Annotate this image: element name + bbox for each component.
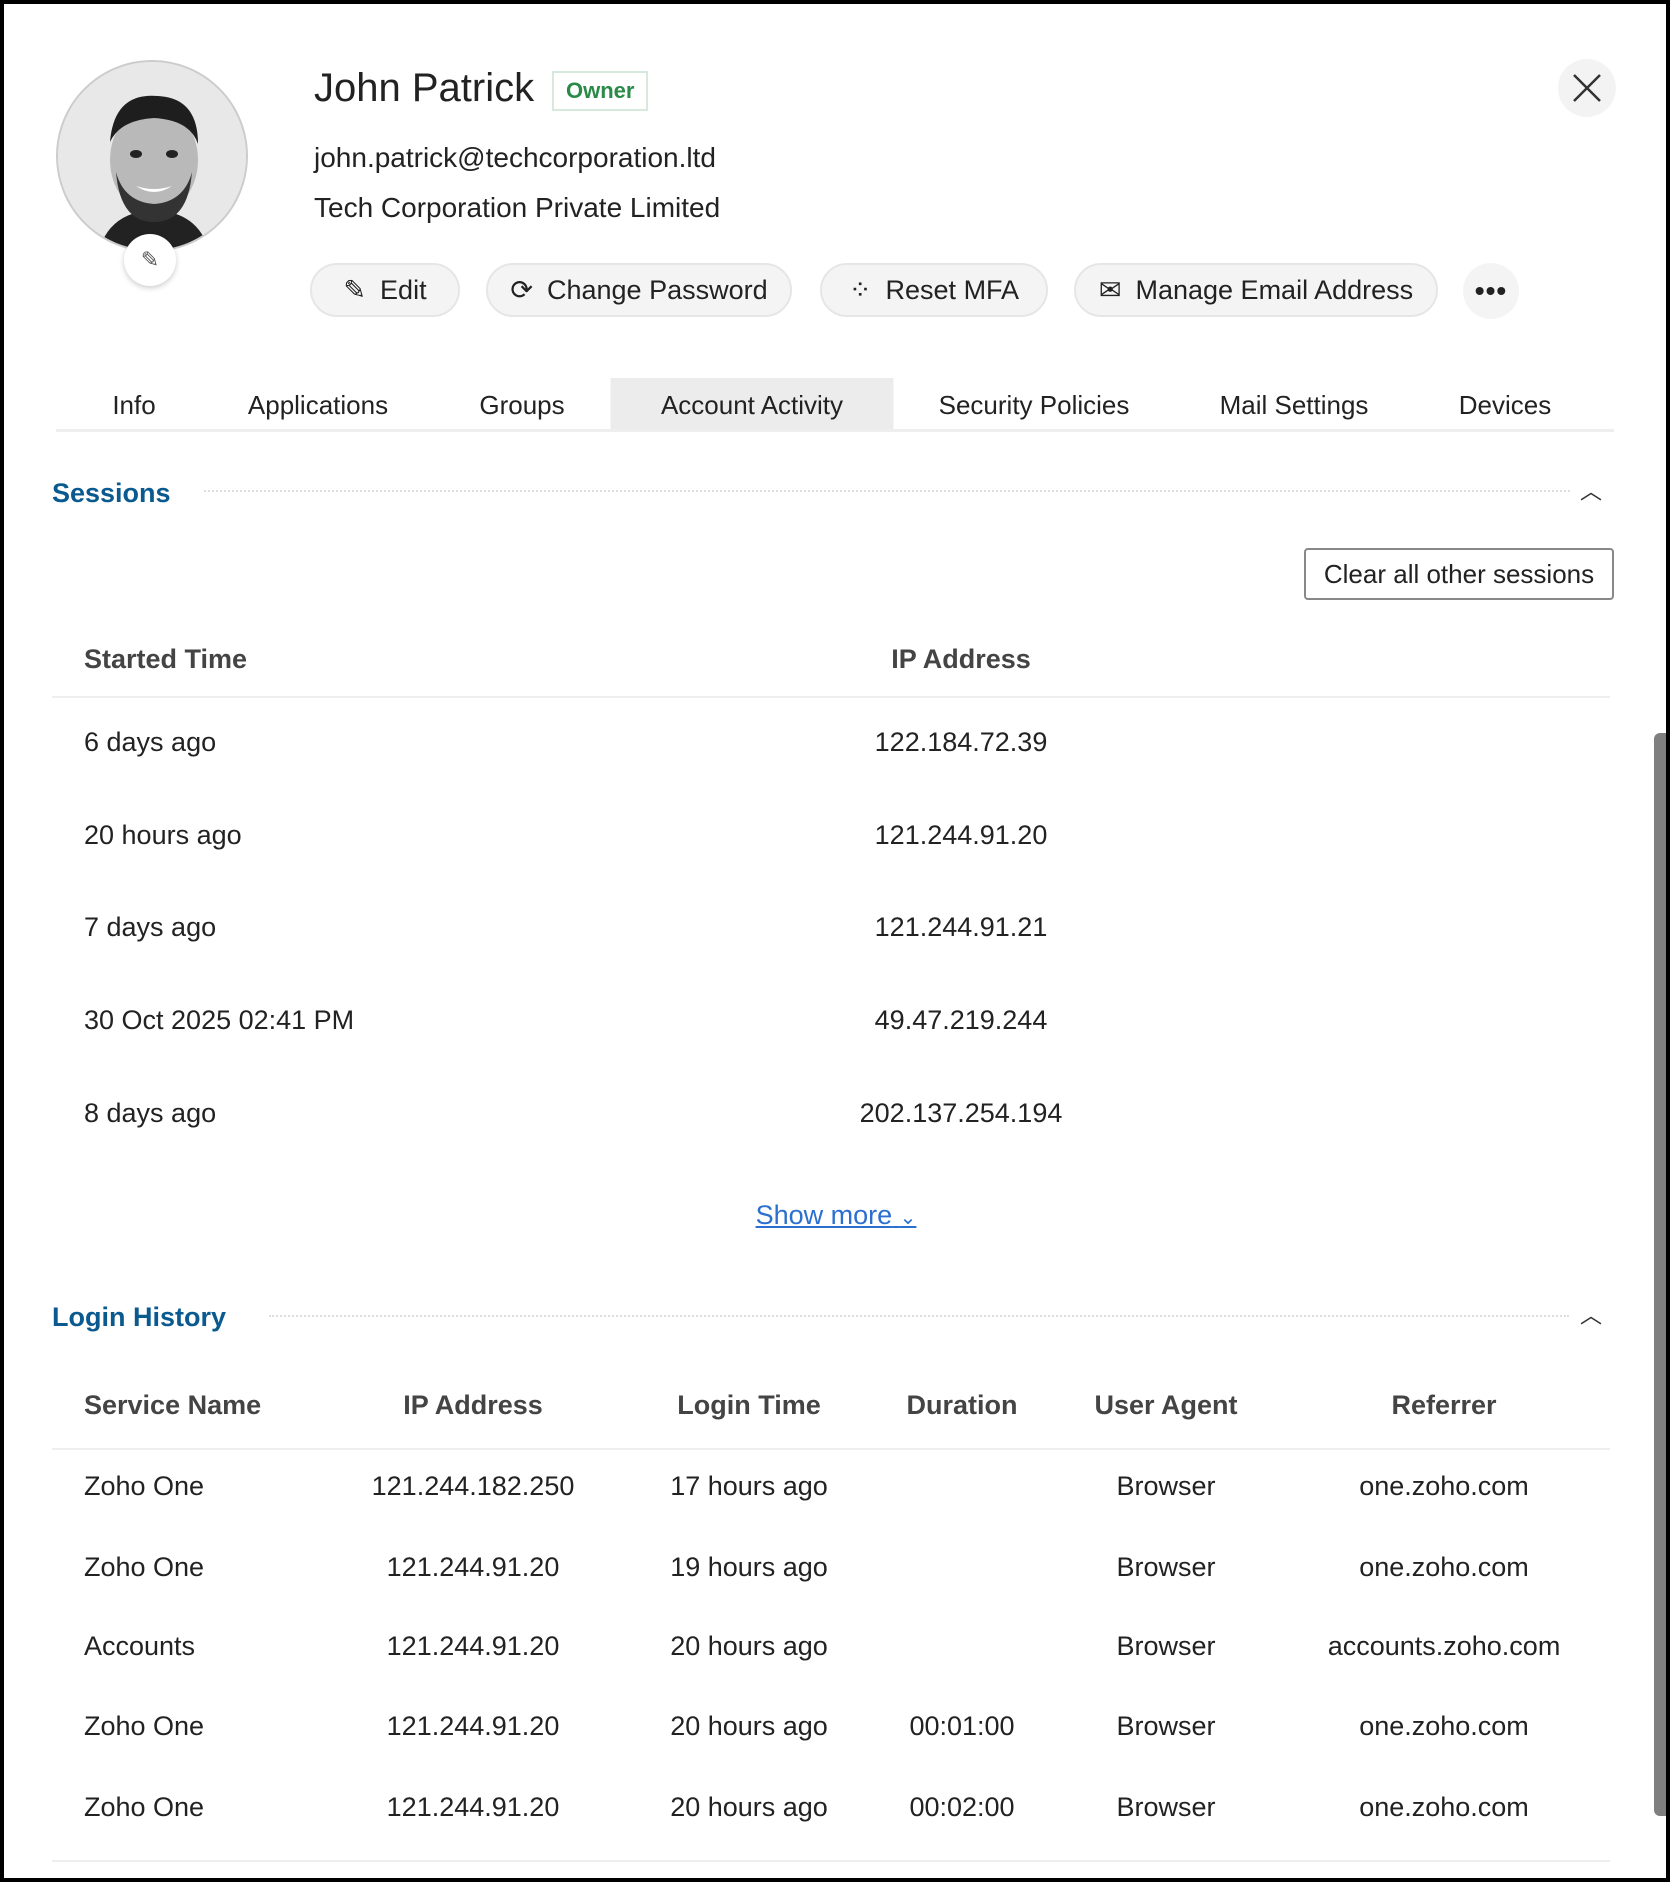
edit-avatar-button[interactable]: ✎ — [124, 234, 176, 286]
login-login-time: 20 hours ago — [670, 1792, 828, 1822]
change-password-label: Change Password — [546, 274, 768, 305]
edit-label: Edit — [380, 274, 427, 305]
pencil-icon: ✎ — [343, 274, 367, 305]
user-email: john.patrick@techcorporation.ltd — [314, 142, 716, 173]
login-ip-address: 121.244.91.20 — [386, 1552, 560, 1582]
login-ip-address: 121.244.91.20 — [386, 1792, 560, 1822]
avatar — [56, 60, 248, 252]
login-login-time: 17 hours ago — [670, 1471, 828, 1501]
login-duration: 00:01:00 — [909, 1711, 1015, 1741]
login-user-agent: Browser — [1116, 1631, 1216, 1661]
more-actions-button[interactable]: ••• — [1463, 263, 1519, 319]
clear-sessions-button[interactable]: Clear all other sessions — [1304, 548, 1614, 600]
header-duration: Duration — [906, 1390, 1018, 1420]
show-more-link[interactable]: Show more ⌄ — [756, 1200, 917, 1231]
header-referrer: Referrer — [1391, 1390, 1497, 1420]
login-ip-address: 121.244.182.250 — [371, 1471, 575, 1501]
divider — [204, 490, 1570, 492]
tab-bar: Info Applications Groups Account Activit… — [56, 378, 1614, 432]
login-service-name: Zoho One — [84, 1711, 205, 1741]
login-user-agent: Browser — [1116, 1552, 1216, 1582]
change-password-button[interactable]: ⟳ Change Password — [486, 263, 792, 317]
header-started-time: Started Time — [84, 644, 248, 674]
tab-security-policies[interactable]: Security Policies — [939, 378, 1130, 429]
tab-info[interactable]: Info — [112, 378, 155, 429]
login-login-time: 20 hours ago — [670, 1631, 828, 1661]
login-referrer: one.zoho.com — [1359, 1792, 1529, 1822]
login-login-time: 20 hours ago — [670, 1711, 828, 1741]
scrollbar[interactable] — [1654, 733, 1666, 1816]
login-login-time: 19 hours ago — [670, 1552, 828, 1582]
login-referrer: accounts.zoho.com — [1327, 1631, 1561, 1661]
close-icon — [1573, 74, 1601, 102]
more-icon: ••• — [1474, 275, 1508, 306]
login-duration: 00:02:00 — [909, 1792, 1015, 1822]
login-referrer: one.zoho.com — [1359, 1552, 1529, 1582]
login-user-agent: Browser — [1116, 1792, 1216, 1822]
header-ip-address: IP Address — [891, 644, 1031, 674]
tab-groups[interactable]: Groups — [479, 378, 564, 429]
divider — [52, 696, 1610, 698]
email-settings-icon: ✉ — [1098, 274, 1122, 305]
header-user-agent: User Agent — [1094, 1390, 1238, 1420]
divider — [269, 1315, 1569, 1317]
login-user-agent: Browser — [1116, 1711, 1216, 1741]
user-details-panel: ✎ John Patrick Owner john.patrick@techco… — [4, 4, 1666, 1878]
login-service-name: Zoho One — [84, 1471, 205, 1501]
show-more-label: Show more — [755, 1200, 893, 1230]
edit-button[interactable]: ✎ Edit — [310, 263, 460, 317]
login-ip-address: 121.244.91.20 — [386, 1631, 560, 1661]
user-company: Tech Corporation Private Limited — [314, 192, 721, 223]
session-started-time: 8 days ago — [84, 1098, 217, 1128]
login-service-name: Zoho One — [84, 1792, 205, 1822]
user-name: John Patrick — [314, 66, 535, 110]
tab-devices[interactable]: Devices — [1459, 378, 1551, 429]
login-service-name: Zoho One — [84, 1552, 205, 1582]
reset-mfa-label: Reset MFA — [885, 274, 1020, 305]
avatar-photo-icon — [58, 62, 246, 250]
tab-mail-settings[interactable]: Mail Settings — [1220, 378, 1369, 429]
session-started-time: 30 Oct 2025 02:41 PM — [84, 1005, 355, 1035]
reset-mfa-button[interactable]: ⁘ Reset MFA — [820, 263, 1048, 317]
role-badge: Owner — [552, 71, 649, 111]
refresh-icon: ⟳ — [510, 274, 533, 305]
session-ip-address: 122.184.72.39 — [874, 727, 1048, 757]
session-started-time: 7 days ago — [84, 912, 217, 942]
mfa-icon: ⁘ — [848, 274, 872, 305]
collapse-sessions-chevron-icon[interactable]: ︿ — [1580, 474, 1602, 506]
session-ip-address: 121.244.91.20 — [874, 820, 1048, 850]
tab-account-activity[interactable]: Account Activity — [610, 378, 894, 429]
collapse-login-history-chevron-icon[interactable]: ︿ — [1580, 1298, 1602, 1330]
login-history-title: Login History — [52, 1302, 226, 1332]
login-user-agent: Browser — [1116, 1471, 1216, 1501]
header-login-time: Login Time — [677, 1390, 821, 1420]
divider — [52, 1448, 1610, 1450]
sessions-title: Sessions — [52, 478, 171, 508]
manage-email-button[interactable]: ✉ Manage Email Address — [1074, 263, 1438, 317]
login-referrer: one.zoho.com — [1359, 1711, 1529, 1741]
login-referrer: one.zoho.com — [1359, 1471, 1529, 1501]
header-ip-address: IP Address — [403, 1390, 543, 1420]
header-service-name: Service Name — [84, 1390, 262, 1420]
session-started-time: 20 hours ago — [84, 820, 242, 850]
session-started-time: 6 days ago — [84, 727, 217, 757]
divider — [52, 1860, 1610, 1862]
session-ip-address: 121.244.91.21 — [874, 912, 1048, 942]
close-button[interactable] — [1558, 59, 1616, 117]
session-ip-address: 202.137.254.194 — [859, 1098, 1063, 1128]
tab-applications[interactable]: Applications — [248, 378, 388, 429]
session-ip-address: 49.47.219.244 — [874, 1005, 1048, 1035]
manage-email-label: Manage Email Address — [1135, 274, 1414, 305]
pencil-icon: ✎ — [140, 247, 160, 272]
chevron-down-icon: ⌄ — [899, 1207, 917, 1229]
login-service-name: Accounts — [84, 1631, 196, 1661]
login-ip-address: 121.244.91.20 — [386, 1711, 560, 1741]
